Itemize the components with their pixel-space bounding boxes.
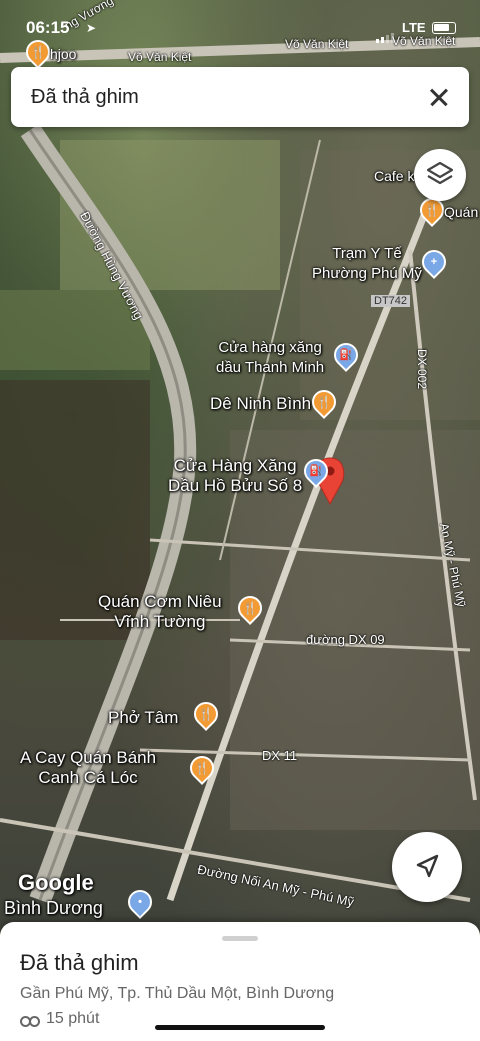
place-label-line1: Quán Cơm Niêu bbox=[98, 592, 222, 611]
google-logo: Google bbox=[18, 870, 94, 895]
search-bar[interactable]: Đã thả ghim bbox=[11, 67, 469, 127]
place-sheet[interactable]: Đã thả ghim Gần Phú Mỹ, Tp. Thủ Dầu Một,… bbox=[0, 922, 480, 1041]
place-label[interactable]: A Cay Quán Bánh Canh Cá Lóc bbox=[20, 748, 156, 788]
map-view[interactable]: ng Vương Võ Văn Kiệt Võ Văn Kiệt Võ Văn … bbox=[0, 0, 480, 930]
place-label[interactable]: Dê Ninh Bình bbox=[210, 394, 311, 414]
place-label-line1: Trạm Y Tế bbox=[332, 245, 402, 262]
place-label[interactable]: Bình Dương bbox=[4, 898, 103, 918]
eta-text: 15 phút bbox=[46, 1010, 100, 1027]
road-label: DX 002 bbox=[415, 348, 430, 390]
place-label[interactable]: Trạm Y Tế Phường Phú Mỹ bbox=[312, 244, 422, 284]
home-indicator[interactable] bbox=[155, 1025, 325, 1030]
place-label[interactable]: Phở Tâm bbox=[108, 708, 178, 728]
place-label[interactable]: Cafe k bbox=[374, 166, 414, 186]
layers-button[interactable] bbox=[414, 149, 466, 201]
place-label-line1: Cửa hàng xăng bbox=[218, 339, 322, 356]
sheet-address: Gần Phú Mỹ, Tp. Thủ Dầu Một, Bình Dương bbox=[20, 985, 335, 1002]
place-label-line1: A Cay Quán Bánh bbox=[20, 748, 157, 767]
road-label: DT742 bbox=[371, 295, 411, 307]
signal-icon bbox=[376, 25, 396, 43]
my-location-button[interactable] bbox=[392, 832, 462, 902]
road-label: DX 11 bbox=[262, 748, 298, 763]
place-label-line2: Phường Phú Mỹ bbox=[312, 265, 422, 282]
status-time: 06:15 bbox=[26, 18, 70, 37]
place-label-line2: Vĩnh Tường bbox=[114, 612, 206, 631]
place-label-line1: Cửa Hàng Xăng bbox=[173, 456, 297, 475]
place-label[interactable]: hjoo bbox=[50, 44, 76, 64]
network-type: LTE bbox=[402, 20, 426, 35]
location-arrow-icon: ➤ bbox=[86, 21, 97, 35]
place-label-line2: Dầu Hồ Bửu Số 8 bbox=[168, 476, 303, 495]
navigation-arrow-icon bbox=[416, 854, 439, 878]
place-label-line2: Canh Cá Lóc bbox=[38, 768, 138, 787]
place-label[interactable]: Cửa Hàng Xăng Dầu Hồ Bửu Số 8 bbox=[168, 456, 302, 496]
close-icon[interactable] bbox=[425, 83, 453, 111]
sheet-handle[interactable] bbox=[222, 936, 258, 941]
status-bar: 06:15 ➤ LTE bbox=[0, 14, 480, 44]
place-label[interactable]: Quán bbox=[444, 202, 478, 222]
sheet-title: Đã thả ghim bbox=[20, 950, 139, 975]
battery-icon bbox=[432, 22, 456, 34]
place-label[interactable]: Cửa hàng xăng dầu Thanh Minh bbox=[216, 338, 324, 378]
road-label: đường DX 09 bbox=[306, 632, 385, 647]
layers-icon bbox=[426, 161, 454, 185]
search-text[interactable]: Đã thả ghim bbox=[31, 86, 139, 109]
road-label: Võ Văn Kiệt bbox=[128, 50, 192, 64]
place-label[interactable]: Quán Cơm Niêu Vĩnh Tường bbox=[98, 592, 222, 632]
sheet-eta: 15 phút bbox=[20, 1010, 99, 1028]
place-label-line2: dầu Thanh Minh bbox=[216, 359, 325, 376]
motorbike-icon bbox=[20, 1012, 40, 1027]
